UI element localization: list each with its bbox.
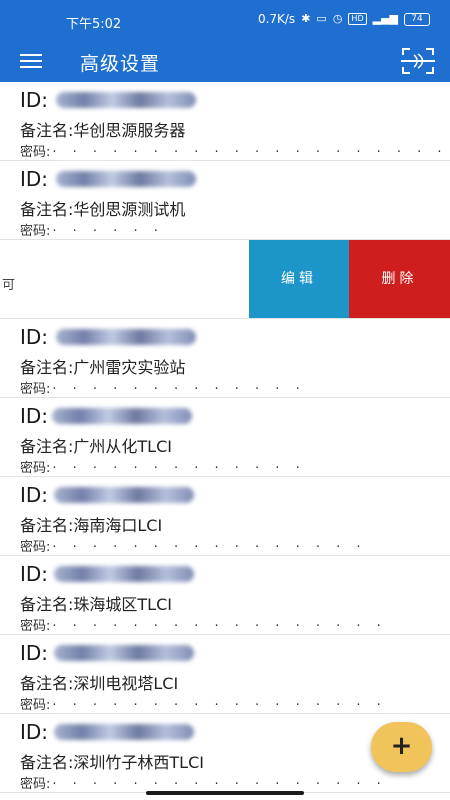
password-mask: · · · · · · · · · · · · · · · · · — [52, 698, 387, 713]
password-row: 密码: · · · · · · · · · · · · · · · · · — [20, 615, 387, 634]
redacted-id — [54, 645, 194, 661]
id-label: ID: — [20, 404, 49, 428]
remark-text: 备注名:广州从化TLCI — [20, 437, 172, 456]
list-item[interactable]: ID: 备注名:深圳电视塔LCI 密码: · · · · · · · · · · … — [0, 635, 450, 714]
redacted-id — [56, 329, 196, 345]
password-mask: · · · · · · · · · · · · · · · · · — [52, 777, 387, 792]
password-row: 密码: · · · · · · · · · · · · · · · · — [20, 536, 367, 555]
swiped-item-fragment: 可 — [2, 278, 16, 293]
password-label: 密码: — [20, 145, 51, 160]
id-label: ID: — [20, 88, 49, 112]
redacted-id — [52, 408, 192, 424]
password-label: 密码: — [20, 540, 51, 555]
alarm-icon: ◷ — [332, 12, 343, 25]
remark-text: 备注名:深圳竹子林西TLCI — [20, 753, 204, 772]
device-list: ID: 备注名:华创思源服务器 密码: · · · · · · · · · · ·… — [0, 82, 450, 793]
password-row: 密码: · · · · · · — [20, 220, 164, 239]
password-mask: · · · · · · · · · · · · · · · · · — [52, 619, 387, 634]
battery-icon: 74 — [404, 12, 430, 26]
remark-text: 备注名:广州雷灾实验站 — [20, 358, 186, 377]
hamburger-menu-icon[interactable] — [20, 51, 42, 71]
vibrate-icon: ▭ — [316, 12, 327, 25]
password-mask: · · · · · · · · · · · · · — [52, 461, 306, 476]
id-label: ID: — [20, 720, 49, 744]
id-label: ID: — [20, 483, 49, 507]
password-row: 密码: · · · · · · · · · · · · · — [20, 457, 306, 476]
list-item[interactable]: ID: 备注名:广州从化TLCI 密码: · · · · · · · · · · … — [0, 398, 450, 477]
scan-frame-icon[interactable] — [400, 46, 436, 76]
list-item[interactable]: ID: 备注名:华创思源测试机 密码: · · · · · · — [0, 161, 450, 240]
id-label: ID: — [20, 325, 49, 349]
password-row: 密码: · · · · · · · · · · · · · · · · · — [20, 694, 387, 713]
edit-button[interactable]: 编辑 — [249, 240, 349, 318]
page-title: 高级设置 — [80, 53, 161, 75]
password-mask: · · · · · · — [52, 224, 164, 239]
id-label: ID: — [20, 562, 49, 586]
password-label: 密码: — [20, 698, 51, 713]
password-label: 密码: — [20, 619, 51, 634]
remark-text: 备注名:珠海城区TLCI — [20, 595, 172, 614]
password-label: 密码: — [20, 461, 51, 476]
password-row: 密码: · · · · · · · · · · · · · · · · · — [20, 773, 387, 792]
password-row: 密码: · · · · · · · · · · · · · · · · · · ·… — [20, 141, 448, 160]
signal-icon: ▂▄▆ — [372, 12, 398, 25]
remark-text: 备注名:海南海口LCI — [20, 516, 163, 535]
delete-button[interactable]: 删除 — [349, 240, 450, 318]
plus-icon: + — [390, 731, 413, 761]
swiped-list-item[interactable]: 可 编辑 删除 — [0, 240, 450, 319]
password-mask: · · · · · · · · · · · · · — [52, 382, 306, 397]
remark-text: 备注名:华创思源服务器 — [20, 121, 186, 140]
id-label: ID: — [20, 641, 49, 665]
redacted-id — [54, 724, 194, 740]
status-bar: 下午5:02 0.7K/s ✱ ▭ ◷ HD ▂▄▆ 74 — [0, 0, 450, 42]
status-time: 下午5:02 — [66, 17, 122, 32]
list-item[interactable]: ID: 备注名:华创思源服务器 密码: · · · · · · · · · · ·… — [0, 82, 450, 161]
list-item[interactable]: ID: 备注名:珠海城区TLCI 密码: · · · · · · · · · · … — [0, 556, 450, 635]
redacted-id — [56, 92, 196, 108]
list-item[interactable]: ID: 备注名:海南海口LCI 密码: · · · · · · · · · · ·… — [0, 477, 450, 556]
password-row: 密码: · · · · · · · · · · · · · — [20, 378, 306, 397]
list-item[interactable]: ID: 备注名:广州雷灾实验站 密码: · · · · · · · · · · ·… — [0, 319, 450, 398]
hd-icon: HD — [348, 13, 367, 25]
password-mask: · · · · · · · · · · · · · · · · · · · · — [52, 145, 448, 160]
net-speed: 0.7K/s — [257, 12, 296, 26]
remark-text: 备注名:深圳电视塔LCI — [20, 674, 179, 693]
add-device-button[interactable]: + — [371, 722, 432, 772]
redacted-id — [56, 171, 196, 187]
redacted-id — [54, 487, 194, 503]
password-label: 密码: — [20, 382, 51, 397]
home-indicator[interactable] — [146, 791, 304, 795]
remark-text: 备注名:华创思源测试机 — [20, 200, 186, 219]
password-mask: · · · · · · · · · · · · · · · · — [52, 540, 367, 555]
id-label: ID: — [20, 167, 49, 191]
status-icons: 0.7K/s ✱ ▭ ◷ HD ▂▄▆ 74 — [258, 12, 430, 26]
bluetooth-icon: ✱ — [301, 12, 311, 25]
redacted-id — [54, 566, 194, 582]
password-label: 密码: — [20, 777, 51, 792]
password-label: 密码: — [20, 224, 51, 239]
app-bar: 高级设置 — [0, 42, 450, 82]
